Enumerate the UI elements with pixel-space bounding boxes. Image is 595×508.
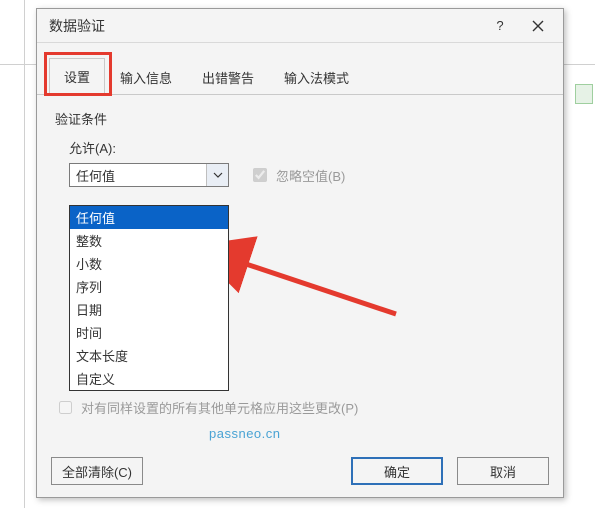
dropdown-item[interactable]: 任何值 xyxy=(70,206,228,229)
allow-combobox-value: 任何值 xyxy=(70,166,206,185)
cancel-button[interactable]: 取消 xyxy=(457,457,549,485)
dropdown-item[interactable]: 文本长度 xyxy=(70,344,228,367)
ignore-blank-input[interactable] xyxy=(253,168,267,182)
allow-dropdown-list[interactable]: 任何值 整数 小数 序列 日期 时间 文本长度 自定义 xyxy=(69,205,229,391)
titlebar: 数据验证 ? xyxy=(37,9,563,43)
tab-settings[interactable]: 设置 xyxy=(49,58,105,95)
ignore-blank-checkbox[interactable]: 忽略空值(B) xyxy=(249,165,345,185)
watermark-text: passneo.cn xyxy=(209,426,281,441)
clear-all-button[interactable]: 全部清除(C) xyxy=(51,457,143,485)
tab-ime-mode[interactable]: 输入法模式 xyxy=(269,59,364,95)
close-icon xyxy=(532,20,544,32)
settings-panel: 验证条件 允许(A): 任何值 忽略空值(B) xyxy=(37,95,563,195)
tab-label: 出错警告 xyxy=(202,71,254,86)
allow-combobox[interactable]: 任何值 xyxy=(69,163,229,187)
help-icon: ? xyxy=(496,18,503,33)
allow-combobox-button[interactable] xyxy=(206,164,228,186)
chevron-down-icon xyxy=(213,170,223,180)
apply-all-checkbox[interactable]: 对有同样设置的所有其他单元格应用这些更改(P) xyxy=(55,398,358,417)
ok-button[interactable]: 确定 xyxy=(351,457,443,485)
tab-input-message[interactable]: 输入信息 xyxy=(105,59,187,95)
tab-bar: 设置 输入信息 出错警告 输入法模式 xyxy=(37,43,563,95)
dialog-footer: 全部清除(C) 确定 取消 xyxy=(37,445,563,497)
dropdown-item[interactable]: 序列 xyxy=(70,275,228,298)
tab-label: 设置 xyxy=(64,70,90,85)
tab-label: 输入法模式 xyxy=(284,71,349,86)
button-label: 确定 xyxy=(384,462,410,481)
dropdown-item[interactable]: 时间 xyxy=(70,321,228,344)
dropdown-item[interactable]: 自定义 xyxy=(70,367,228,390)
button-label: 取消 xyxy=(490,462,516,481)
dialog-title: 数据验证 xyxy=(49,16,481,36)
tab-error-alert[interactable]: 出错警告 xyxy=(187,59,269,95)
dropdown-item[interactable]: 整数 xyxy=(70,229,228,252)
data-validation-dialog: 数据验证 ? 设置 输入信息 出错警告 输入法模式 验证条件 允许(A): 任何… xyxy=(36,8,564,498)
dropdown-item[interactable]: 小数 xyxy=(70,252,228,275)
tab-label: 输入信息 xyxy=(120,71,172,86)
apply-all-label: 对有同样设置的所有其他单元格应用这些更改(P) xyxy=(81,398,358,417)
allow-label: 允许(A): xyxy=(69,138,545,157)
ignore-blank-label: 忽略空值(B) xyxy=(276,166,345,185)
close-button[interactable] xyxy=(519,12,557,40)
help-button[interactable]: ? xyxy=(481,12,519,40)
apply-all-input[interactable] xyxy=(59,401,72,414)
dropdown-item[interactable]: 日期 xyxy=(70,298,228,321)
criteria-group-label: 验证条件 xyxy=(55,109,545,128)
button-label: 全部清除(C) xyxy=(62,462,132,481)
